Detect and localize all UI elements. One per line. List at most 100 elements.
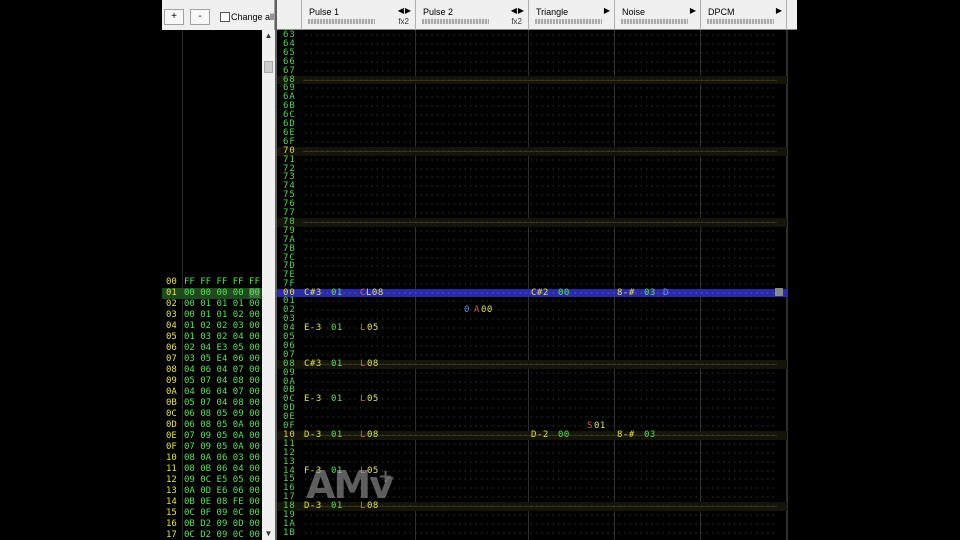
frame-cell[interactable]: 07 (233, 387, 244, 397)
frame-cell[interactable]: 08 (233, 376, 244, 386)
frame-cell[interactable]: 00 (249, 431, 260, 441)
instrument-cell[interactable]: 00 (558, 430, 570, 440)
effect-value-cell[interactable]: 00 (481, 306, 493, 315)
frame-cell[interactable]: 05 (217, 420, 228, 430)
effect-cell[interactable]: L (360, 359, 366, 369)
effect-cell[interactable]: L (360, 430, 366, 440)
pattern-row[interactable]: 00 C#3 01 C L08 C#2 00 8-# 03 D (277, 288, 787, 298)
pattern-row[interactable]: 1B (277, 528, 787, 538)
frame-cell[interactable]: 00 (249, 519, 260, 529)
frame-cell[interactable]: 00 (249, 365, 260, 375)
pattern-row[interactable]: 65 (277, 48, 787, 58)
frame-cell[interactable]: 04 (184, 365, 195, 375)
frame-cell[interactable]: 06 (217, 464, 228, 474)
frame-cell[interactable]: 0B (184, 497, 195, 507)
frame-cell[interactable]: 0B (184, 519, 195, 529)
frame-cell[interactable]: 07 (233, 365, 244, 375)
pattern-row[interactable]: 66 (277, 57, 787, 67)
pattern-row[interactable]: 0E (277, 413, 787, 422)
frame-row[interactable]: 10 08 0A 06 03 00 (162, 453, 262, 464)
instrument-cell[interactable]: 03 (644, 430, 656, 440)
frame-cell[interactable]: 0F (200, 508, 211, 518)
frame-cell[interactable]: 0C (233, 508, 244, 518)
frame-cell[interactable]: 02 (184, 343, 195, 353)
pattern-row[interactable]: 77 (277, 209, 787, 218)
pattern-row[interactable]: 7B (277, 244, 787, 254)
pattern-row[interactable]: 09 (277, 368, 787, 378)
frame-cell[interactable]: 00 (200, 288, 211, 298)
pattern-row[interactable]: 75 (277, 191, 787, 200)
pattern-row[interactable]: 70 (277, 146, 787, 156)
frame-cell[interactable]: 00 (184, 310, 195, 320)
pattern-row[interactable]: 68 (277, 75, 787, 85)
frame-cell[interactable]: 00 (249, 486, 260, 496)
pattern-row[interactable]: 03 (277, 315, 787, 324)
frame-cell[interactable]: FE (233, 497, 244, 507)
frame-row[interactable]: 02 00 01 01 01 00 (162, 299, 262, 310)
frame-row[interactable]: 17 0C D2 09 0C 00 (162, 530, 262, 540)
frame-cell[interactable]: 07 (200, 376, 211, 386)
frame-cell[interactable]: 03 (200, 332, 211, 342)
frame-cell[interactable]: 03 (233, 453, 244, 463)
frame-cell[interactable]: 04 (217, 398, 228, 408)
frame-cell[interactable]: 06 (184, 420, 195, 430)
frame-cell[interactable]: 08 (184, 464, 195, 474)
note-cell[interactable]: E-3 (304, 395, 322, 404)
effect-columns-arrow-icon[interactable]: ▶ (604, 6, 611, 15)
frame-cell[interactable]: 00 (249, 464, 260, 474)
instrument-cell[interactable]: 01 (331, 430, 343, 440)
frame-cell[interactable]: D2 (200, 519, 211, 529)
note-cell[interactable]: C#2 (531, 288, 549, 298)
pattern-row[interactable]: 08 C#3 01 L 08 (277, 359, 787, 369)
frame-cell[interactable]: E3 (217, 343, 228, 353)
frame-cell[interactable]: D2 (200, 530, 211, 540)
volume-cell[interactable]: D (663, 288, 669, 298)
pattern-row[interactable]: 01 (277, 297, 787, 306)
note-cell[interactable]: D-3 (304, 430, 322, 440)
scrollbar-thumb[interactable] (264, 61, 273, 73)
frame-cell[interactable]: 00 (249, 409, 260, 419)
note-cell[interactable]: D-2 (531, 430, 549, 440)
frame-cell[interactable]: 05 (233, 343, 244, 353)
pattern-row[interactable]: 6A (277, 93, 787, 102)
frame-cell[interactable]: 09 (200, 442, 211, 452)
effect-value-cell[interactable]: 08 (367, 430, 379, 440)
frame-cell[interactable]: 00 (184, 299, 195, 309)
frame-row[interactable]: 00 FF FF FF FF FF (162, 277, 262, 288)
pattern-row[interactable]: 0D (277, 404, 787, 413)
pattern-row[interactable]: 12 (277, 448, 787, 458)
pattern-row[interactable]: 11 (277, 439, 787, 449)
frame-cell[interactable]: 0C (233, 530, 244, 540)
frame-cell[interactable]: 00 (249, 475, 260, 485)
pattern-row[interactable]: 76 (277, 200, 787, 209)
frame-row[interactable]: 09 05 07 04 08 00 (162, 376, 262, 387)
pattern-row[interactable]: 6F (277, 137, 787, 147)
frame-cell[interactable]: 03 (184, 354, 195, 364)
pattern-row[interactable]: 07 (277, 350, 787, 360)
channel-header-0[interactable]: Pulse 1 ◀▶ fx2 (302, 0, 416, 30)
frame-row[interactable]: 11 08 0B 06 04 00 (162, 464, 262, 475)
frame-cell[interactable]: 08 (233, 398, 244, 408)
frame-cell[interactable]: 05 (184, 398, 195, 408)
pattern-row[interactable]: 63 (277, 31, 787, 40)
pattern-row[interactable]: 7E (277, 271, 787, 280)
chevron-down-icon[interactable]: ▼ (262, 528, 275, 540)
frame-row[interactable]: 03 00 01 01 02 00 (162, 310, 262, 321)
note-cell[interactable]: C#3 (304, 288, 322, 298)
volume-cell[interactable]: 0 (464, 306, 470, 315)
frame-cell[interactable]: 02 (200, 321, 211, 331)
note-cell[interactable]: 8-# (617, 288, 635, 298)
instrument-cell[interactable]: 00 (558, 288, 570, 298)
frame-cell[interactable]: 01 (200, 310, 211, 320)
pattern-row[interactable]: 72 (277, 164, 787, 174)
effect-columns-arrow-icon[interactable]: ◀▶ (511, 6, 525, 15)
pattern-row[interactable]: 78 (277, 217, 787, 227)
frame-cell[interactable]: 00 (249, 354, 260, 364)
frame-cell[interactable]: 02 (233, 310, 244, 320)
frame-cell[interactable]: 01 (217, 299, 228, 309)
pattern-row[interactable]: 04 E-3 01 L 05 (277, 324, 787, 333)
frame-cell[interactable]: 01 (184, 332, 195, 342)
frame-cell[interactable]: 00 (217, 288, 228, 298)
frame-cell[interactable]: 05 (217, 409, 228, 419)
frame-row[interactable]: 13 0A 0D E6 06 00 (162, 486, 262, 497)
